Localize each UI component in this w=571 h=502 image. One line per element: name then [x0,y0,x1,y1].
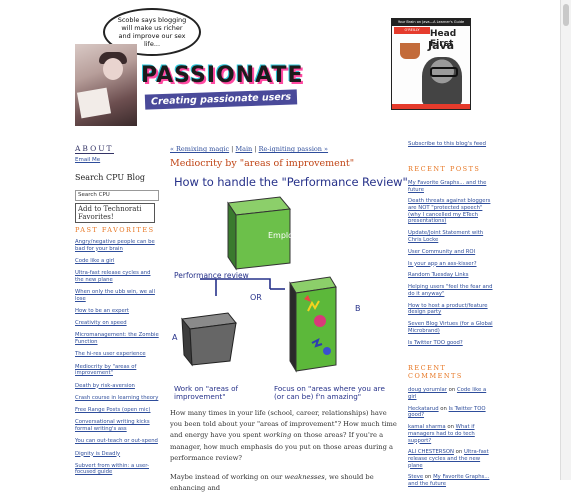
past-favorites-list: Angry/negative people can be bad for you… [75,239,159,482]
book-cover-person [422,57,462,105]
favorite-link[interactable]: Free Range Posts (open mic) [75,407,159,414]
cube-b [289,276,337,373]
recent-post-link[interactable]: Helping users "feel the fear and do it a… [408,284,494,297]
recent-post-link[interactable]: Death threats against bloggers are NOT "… [408,198,494,224]
post-title[interactable]: Mediocrity by "areas of improvement" [170,158,354,169]
favorite-link[interactable]: You can out-teach or out-spend [75,438,159,445]
label-a: A [172,333,178,342]
book-coffee-cup-icon [400,43,420,59]
recent-post-link[interactable]: User Community and ROI [408,249,494,256]
photo-paper [76,87,112,119]
comment-author-link[interactable]: doug yorumlar [408,387,447,393]
book-glasses-icon [430,67,458,77]
past-favorites-heading: PAST FAVORITES [75,226,155,234]
recent-post-link[interactable]: Random Tuesday Links [408,272,494,279]
post-paragraph: Maybe instead of working on our weakness… [170,472,398,494]
favorite-link[interactable]: Subvert from within: a user-focused guid… [75,463,159,476]
left-sidebar: ABOUT Email Me Search CPU Blog Search CP… [75,136,159,201]
recent-comment: Steve on My Favorite Graphs... and the f… [408,474,494,487]
post-paragraph: How many times in your life (school, car… [170,408,398,464]
employee-label: Employee [268,231,308,240]
recent-comment: Heckatarud on Is Twitter TOO good? [408,406,494,419]
page-scrollbar[interactable] [560,0,571,480]
recent-posts-heading: RECENT POSTS [408,165,481,173]
search-input[interactable]: Search CPU [75,190,159,201]
favorite-link[interactable]: Angry/negative people can be bad for you… [75,239,159,252]
caption-b: Focus on "areas where you are (or can be… [274,384,385,401]
subscribe-feed-link[interactable]: Subscribe to this blog's feed [408,141,494,147]
right-sidebar: Subscribe to this blog's feed RECENT POS… [408,141,494,493]
caption-a: Work on "areas of improvement" [174,384,239,401]
recent-comment: kamal sharma on What if managers had to … [408,424,494,444]
book-title-line2: Java [428,39,455,52]
favorite-link[interactable]: The hi-res user experience [75,351,159,358]
performance-review-label: Performance review [174,271,249,280]
recent-comment: ALI CHESTERSON on Ultra-fast release cyc… [408,449,494,469]
recent-comments-heading: RECENT COMMENTS [408,364,463,381]
recent-post-link[interactable]: Update/Joint Statement with Chris Locke [408,230,494,243]
favorite-link[interactable]: Dignity is Deadly [75,451,159,458]
recent-post-link[interactable]: My Favorite Graphs... and the future [408,180,494,193]
recent-post-link[interactable]: Is your app an ass-kisser? [408,261,494,268]
favorite-link[interactable]: Creativity on speed [75,320,159,327]
recent-post-link[interactable]: Seven Blog Virtues (for a Global Microbr… [408,321,494,334]
site-logo-subtitle: Creating passionate users [144,89,298,110]
favorite-link[interactable]: How to be an expert [75,308,159,315]
favorite-link[interactable]: Micromanagement: the Zombie Function [75,332,159,345]
comment-on-text: on [453,449,464,456]
post-navigation: « Remixing magic | Main | Re-igniting pa… [170,145,328,153]
book-tagline: Your Brain on Java—A Learner's Guide [392,19,470,26]
recent-post-link[interactable]: How to host a product/feature design par… [408,303,494,316]
prev-post-link[interactable]: « Remixing magic [170,145,229,153]
comment-on-text: on [438,405,449,412]
book-publisher: O'REILLY [394,27,430,34]
recent-comment: doug yorumlar on Code like a girl [408,387,494,400]
about-heading[interactable]: ABOUT [75,144,114,154]
favorite-link[interactable]: Code like a girl [75,258,159,265]
favorite-link[interactable]: Crash course in learning theory [75,395,159,402]
favorite-link[interactable]: Ultra-fast release cycles and the new pl… [75,270,159,283]
label-b: B [355,304,361,313]
technorati-badge[interactable]: Add to Technorati Favorites! [75,203,155,223]
comment-on-text: on [445,424,456,431]
comment-on-text: on [446,387,457,394]
favorite-link[interactable]: Mediocrity by "areas of improvement" [75,364,159,377]
paragraph-emphasis: working [263,431,292,440]
main-link[interactable]: Main [235,145,252,153]
post-body: How many times in your life (school, car… [170,408,398,502]
performance-review-diagram: How to handle the "Performance Review" E… [170,171,408,407]
or-label: OR [250,293,262,302]
favorite-link[interactable]: Conversational writing kicks formal writ… [75,419,159,432]
book-cover-image[interactable]: Your Brain on Java—A Learner's Guide O'R… [391,18,471,110]
comment-author-link[interactable]: kamal sharma [408,424,446,430]
email-me-link[interactable]: Email Me [75,157,159,163]
search-heading: Search CPU Blog [75,173,146,182]
diagram-drawing [181,196,337,373]
recent-post-link[interactable]: Is Twitter TOO good? [408,340,494,347]
next-post-link[interactable]: Re-igniting passion » [259,145,328,153]
book-bottom-stripe [392,104,470,109]
scrollbar-thumb[interactable] [563,4,569,26]
favorite-link[interactable]: When only the ubb win, we all lose [75,289,159,302]
comment-author-link[interactable]: Heckatarud [408,406,439,412]
comment-author-link[interactable]: ALI CHESTERSON [408,449,454,455]
photo-face [103,58,123,80]
diagram-arrows [200,278,285,296]
site-logo-title[interactable]: PASSIONATE [141,63,304,88]
vintage-photo-image [75,44,137,126]
cube-a [181,312,237,367]
favorite-link[interactable]: Death by risk-aversion [75,383,159,390]
